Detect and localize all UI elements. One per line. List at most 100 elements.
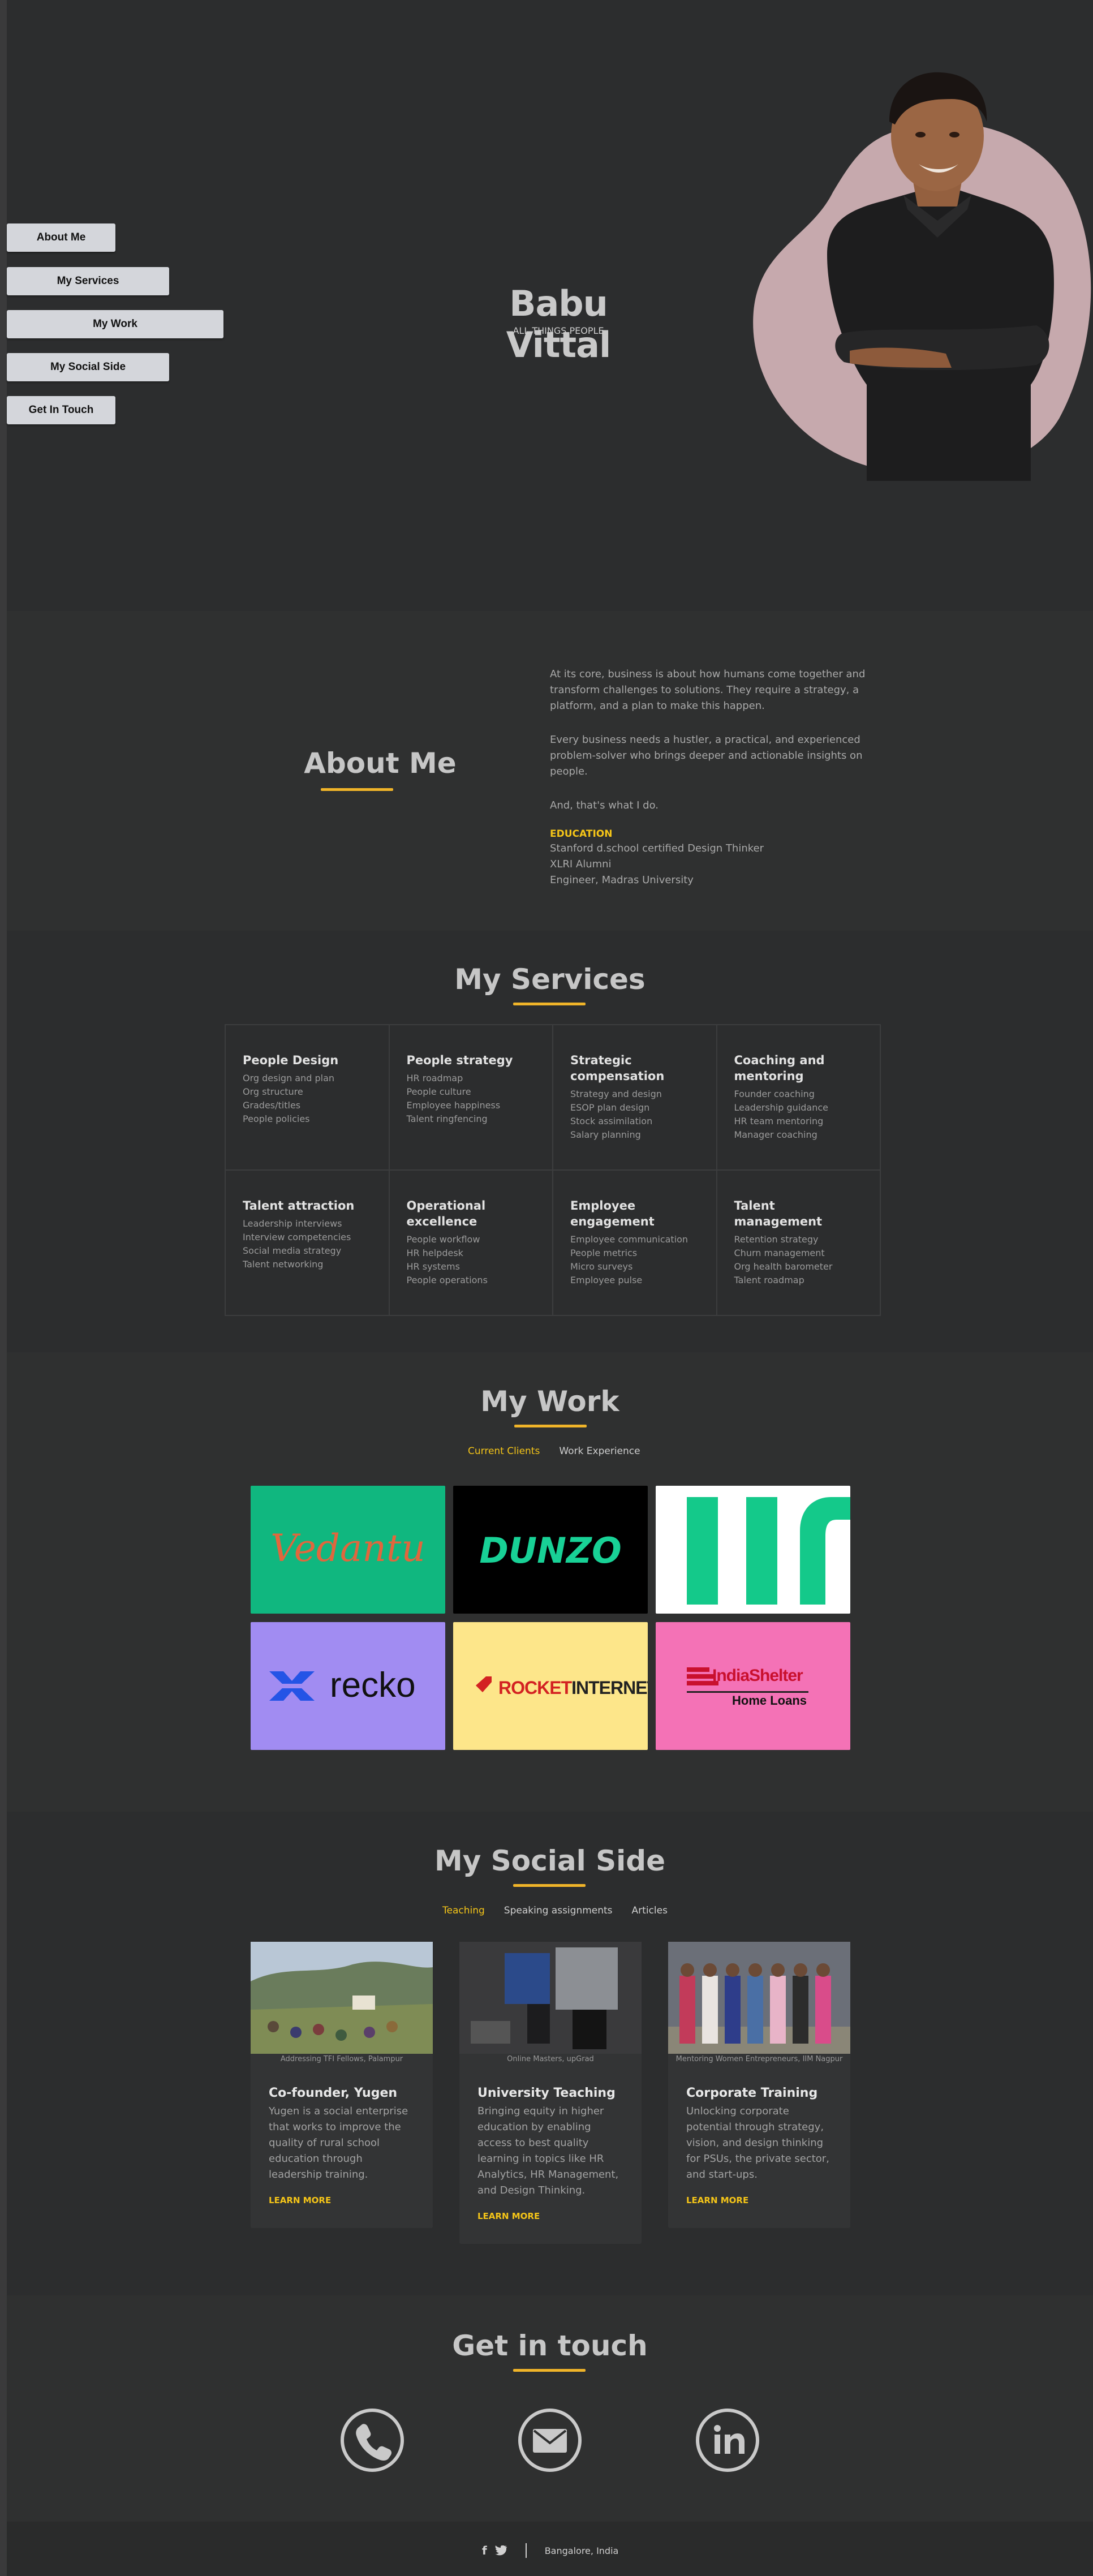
services-heading: My Services: [454, 963, 646, 996]
about-paragraph: And, that's what I do.: [550, 799, 659, 811]
service-point: People operations: [406, 1275, 488, 1285]
tab-current-clients[interactable]: Current Clients: [468, 1446, 540, 1457]
photo-caption: Mentoring Women Entrepreneurs, IIM Nagpu…: [675, 2055, 843, 2063]
service-card: Operational excellence People workflow H…: [389, 1170, 553, 1315]
dunzo-wordmark: DUNZO: [479, 1530, 622, 1571]
social-tabs: Teaching Speaking assignments Articles: [442, 1905, 668, 1916]
service-point: Salary planning: [570, 1129, 641, 1140]
learn-more-link[interactable]: LEARN MORE: [269, 2195, 415, 2205]
linkedin-icon[interactable]: [696, 2409, 759, 2472]
service-title: People Design: [243, 1053, 339, 1067]
client-logo-indiashelter[interactable]: IndiaShelter Home Loans: [656, 1622, 850, 1750]
green-bars-logo-mark: [687, 1497, 850, 1605]
footer: f Bangalore, India: [7, 2522, 1093, 2576]
service-point: Interview competencies: [243, 1232, 351, 1242]
service-card: Talent attraction Leadership interviews …: [225, 1170, 389, 1315]
service-title: Employee engagement: [570, 1199, 655, 1228]
photo-tfi-fellows: [251, 1942, 433, 2054]
card-description: Unlocking corporate potential through st…: [686, 2105, 829, 2181]
work-heading: My Work: [480, 1385, 619, 1418]
work-heading-underline: [514, 1425, 587, 1427]
hero-name: Babu Vittal: [506, 283, 612, 365]
nav-about-me-button[interactable]: About Me: [7, 223, 115, 252]
service-title: Coaching and mentoring: [734, 1053, 825, 1083]
client-logo-vedantu[interactable]: Vedantu: [251, 1486, 445, 1614]
nav-my-social-side-button[interactable]: My Social Side: [7, 353, 169, 381]
client-logo-dunzo[interactable]: DUNZO: [453, 1486, 648, 1614]
card-title: University Teaching: [477, 2086, 616, 2100]
card-title: Corporate Training: [686, 2086, 818, 2100]
service-point: Retention strategy: [734, 1234, 819, 1245]
hero-section: About Me My Services My Work My Social S…: [7, 0, 1093, 611]
nav-get-in-touch-button[interactable]: Get In Touch: [7, 396, 115, 424]
service-point: People policies: [243, 1113, 310, 1124]
twitter-icon[interactable]: [494, 2545, 507, 2556]
phone-icon[interactable]: [341, 2409, 404, 2472]
about-paragraph: Every business needs a hustler, a practi…: [550, 734, 863, 777]
service-title: Talent management: [734, 1199, 823, 1228]
footer-location: Bangalore, India: [544, 2545, 619, 2556]
client-logo-recko[interactable]: recko: [251, 1622, 445, 1750]
service-point: Micro surveys: [570, 1261, 633, 1272]
learn-more-link[interactable]: LEARN MORE: [477, 2211, 623, 2221]
nav-my-work-button[interactable]: My Work: [7, 310, 223, 338]
service-title: Talent attraction: [243, 1199, 355, 1212]
service-point: Employee pulse: [570, 1275, 643, 1285]
tab-articles[interactable]: Articles: [632, 1905, 668, 1916]
recko-wordmark: recko: [330, 1666, 416, 1705]
facebook-icon[interactable]: f: [482, 2544, 487, 2557]
service-card: Strategic compensation Strategy and desi…: [553, 1025, 717, 1170]
card-description: Bringing equity in higher education by e…: [477, 2105, 619, 2196]
indiashelter-rule: [687, 1691, 808, 1693]
service-point: HR roadmap: [406, 1073, 463, 1083]
service-point: People workflow: [406, 1234, 480, 1245]
work-section: My Work Current Clients Work Experience …: [7, 1352, 1093, 1812]
tab-work-experience[interactable]: Work Experience: [559, 1446, 640, 1457]
client-logo-rocket-internet[interactable]: ROCKETINTERNET: [453, 1622, 648, 1750]
contact-heading-underline: [513, 2369, 586, 2372]
card-title: Co-founder, Yugen: [269, 2086, 398, 2100]
services-heading-underline: [513, 1003, 586, 1005]
service-point: Leadership interviews: [243, 1218, 342, 1229]
tab-speaking-assignments[interactable]: Speaking assignments: [504, 1905, 613, 1916]
nav-my-services-button[interactable]: My Services: [7, 267, 169, 295]
footer-row: f Bangalore, India: [482, 2543, 618, 2558]
indiashelter-subtitle: Home Loans: [732, 1693, 807, 1708]
left-edge-bar: [0, 0, 7, 2576]
card-description: Yugen is a social enterprise that works …: [269, 2105, 408, 2181]
social-card-yugen: Addressing TFI Fellows, Palampur Co-foun…: [251, 1942, 433, 2228]
service-point: Leadership guidance: [734, 1102, 829, 1113]
rocket-internet-wordmark: ROCKETINTERNET: [498, 1678, 648, 1698]
service-point: Stock assimilation: [570, 1116, 653, 1126]
tab-teaching[interactable]: Teaching: [442, 1905, 485, 1916]
service-card: Talent management Retention strategy Chu…: [716, 1170, 880, 1315]
learn-more-link[interactable]: LEARN MORE: [686, 2195, 832, 2205]
service-point: Employee happiness: [406, 1100, 501, 1111]
footer-separator: [525, 2543, 527, 2558]
education-item: XLRI Alumni: [550, 858, 612, 870]
service-point: Talent roadmap: [734, 1275, 804, 1285]
rocket-icon: [470, 1676, 492, 1698]
education-title: EDUCATION: [550, 828, 613, 840]
recko-mark-icon: [269, 1671, 315, 1701]
client-logo-green-bars[interactable]: [656, 1486, 850, 1614]
service-point: Org health barometer: [734, 1261, 833, 1272]
social-heading-underline: [513, 1884, 586, 1887]
services-section: My Services People Design Org design and…: [7, 931, 1093, 1352]
service-card: People strategy HR roadmap People cultur…: [389, 1025, 553, 1170]
service-point: HR helpdesk: [406, 1248, 463, 1258]
portrait-photo: [827, 72, 1054, 481]
service-card: Employee engagement Employee communicati…: [553, 1170, 717, 1315]
mail-icon[interactable]: [518, 2409, 582, 2472]
service-title: Strategic compensation: [570, 1053, 665, 1083]
education-item: Engineer, Madras University: [550, 874, 694, 886]
service-point: HR team mentoring: [734, 1116, 824, 1126]
social-heading: My Social Side: [434, 1844, 666, 1877]
photo-upgrad-studio: [459, 1942, 642, 2054]
vedantu-wordmark: Vedantu: [270, 1526, 425, 1570]
service-point: Social media strategy: [243, 1245, 342, 1256]
service-point: HR systems: [406, 1261, 460, 1272]
about-paragraph: At its core, business is about how human…: [550, 668, 866, 712]
service-title: Operational excellence: [406, 1199, 486, 1228]
hero-tagline: ALL THINGS PEOPLE: [513, 325, 604, 336]
